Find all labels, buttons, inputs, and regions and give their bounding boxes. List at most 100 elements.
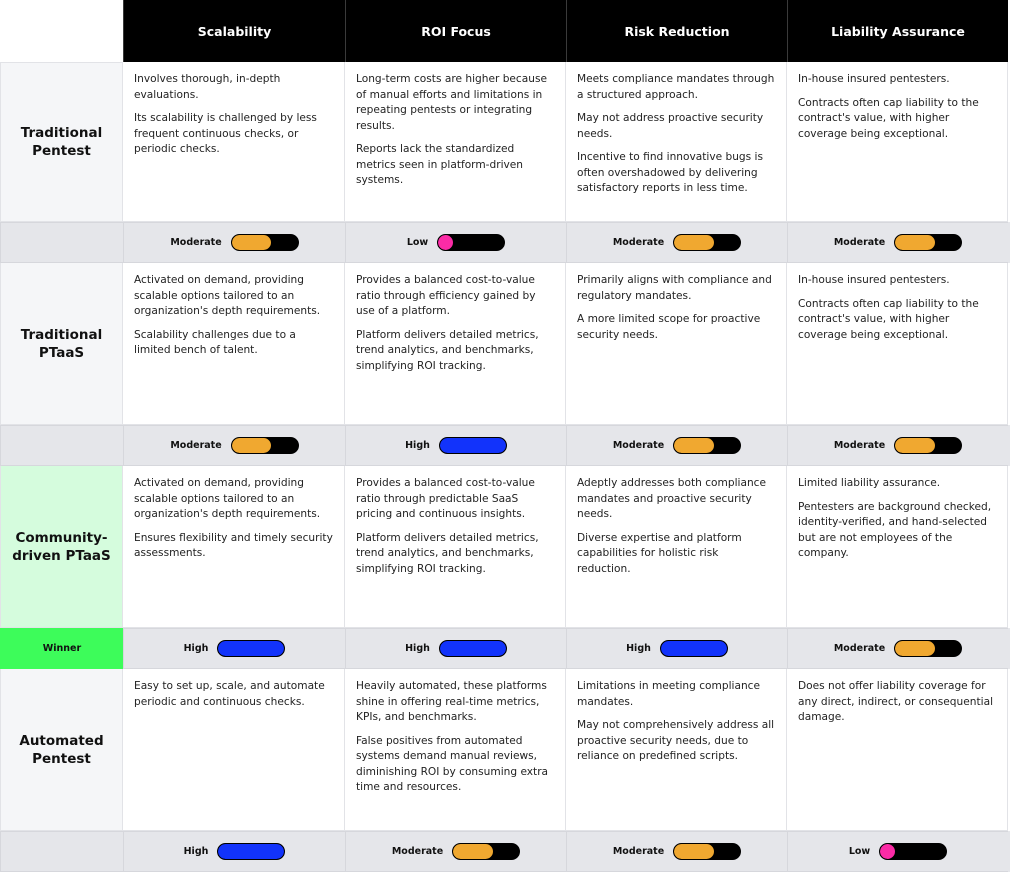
- cell-paragraph: Meets compliance mandates through a stru…: [577, 73, 775, 101]
- column-header-scalability: Scalability: [123, 0, 345, 62]
- cell-paragraph: Heavily automated, these platforms shine…: [356, 680, 547, 723]
- rating-traditional-pentest-risk-reduction: Moderate: [566, 222, 787, 263]
- cell-paragraph: Contracts often cap liability to the con…: [798, 297, 979, 341]
- cell-traditional-ptaas-liability-assurance: In-house insured pentesters. Contracts of…: [787, 263, 1008, 425]
- row-label-traditional-pentest: Traditional Pentest: [0, 62, 123, 222]
- rating-row-label: [0, 425, 123, 466]
- cell-paragraph: False positives from automated systems d…: [356, 734, 549, 794]
- rating-meter: [879, 843, 948, 860]
- cell-paragraph: Adeptly addresses both compliance mandat…: [577, 477, 767, 520]
- rating-meter-fill: [674, 235, 714, 250]
- rating-level-label: High: [405, 440, 430, 451]
- rating-meter: [673, 234, 742, 251]
- cell-paragraph: Ensures flexibility and timely security …: [134, 531, 333, 560]
- rating-meter-fill: [895, 235, 935, 250]
- cell-community-driven-ptaas-scalability: Activated on demand, providing scalable …: [123, 466, 345, 628]
- rating-level-label: Moderate: [170, 440, 222, 451]
- rating-meter-fill: [674, 438, 714, 453]
- cell-paragraph: Provides a balanced cost-to-value ratio …: [356, 274, 536, 317]
- rating-automated-pentest-risk-reduction: Moderate: [566, 831, 787, 872]
- rating-meter-fill: [438, 235, 454, 250]
- rating-traditional-ptaas-risk-reduction: Moderate: [566, 425, 787, 466]
- cell-paragraph: May not comprehensively address all proa…: [577, 719, 775, 762]
- rating-traditional-ptaas-liability-assurance: Moderate: [787, 425, 1008, 466]
- rating-meter: [673, 437, 742, 454]
- cell-paragraph: Platform delivers detailed metrics, tren…: [356, 531, 539, 575]
- cell-traditional-pentest-roi-focus: Long-term costs are higher because of ma…: [345, 62, 566, 222]
- cell-paragraph: Diverse expertise and platform capabilit…: [577, 531, 742, 575]
- rating-meter: [673, 843, 742, 860]
- cell-paragraph: A more limited scope for proactive secur…: [577, 313, 761, 341]
- rating-level-label: Moderate: [612, 846, 665, 857]
- cell-community-driven-ptaas-roi-focus: Provides a balanced cost-to-value ratio …: [345, 466, 566, 628]
- rating-level-label: High: [405, 643, 430, 654]
- header-corner: [0, 0, 123, 62]
- row-label-community-driven-ptaas: Community-driven PTaaS: [0, 466, 123, 628]
- rating-level-label: High: [183, 846, 209, 857]
- cell-automated-pentest-risk-reduction: Limitations in meeting compliance mandat…: [566, 669, 787, 831]
- rating-meter: [894, 234, 963, 251]
- column-header-liability-assurance: Liability Assurance: [787, 0, 1008, 62]
- cell-paragraph: Limitations in meeting compliance mandat…: [577, 680, 761, 708]
- rating-meter: [437, 234, 506, 251]
- rating-level-label: Low: [848, 846, 871, 857]
- cell-paragraph: Incentive to find innovative bugs is oft…: [577, 151, 764, 194]
- rating-meter-fill: [895, 641, 935, 656]
- rating-meter-fill: [231, 235, 272, 250]
- cell-paragraph: Activated on demand, providing scalable …: [134, 477, 321, 520]
- winner-badge: Winner: [0, 628, 123, 669]
- cell-paragraph: Limited liability assurance.: [798, 477, 941, 489]
- cell-paragraph: In-house insured pentesters.: [798, 274, 950, 286]
- rating-meter: [438, 437, 507, 454]
- rating-meter: [452, 843, 521, 860]
- rating-community-driven-ptaas-risk-reduction: High: [566, 628, 787, 669]
- rating-meter: [230, 234, 299, 251]
- row-label-traditional-ptaas: Traditional PTaaS: [0, 263, 123, 425]
- rating-level-label: Moderate: [612, 440, 665, 451]
- rating-automated-pentest-scalability: High: [123, 831, 345, 872]
- rating-level-label: Moderate: [833, 643, 886, 654]
- rating-community-driven-ptaas-roi-focus: High: [345, 628, 566, 669]
- rating-level-label: Moderate: [833, 440, 886, 451]
- rating-level-label: Moderate: [833, 237, 886, 248]
- cell-traditional-pentest-scalability: Involves thorough, in-depth evaluations.…: [123, 62, 345, 222]
- column-header-risk-reduction: Risk Reduction: [566, 0, 787, 62]
- rating-traditional-pentest-scalability: Moderate: [123, 222, 345, 263]
- rating-level-label: Moderate: [612, 237, 665, 248]
- cell-paragraph: May not address proactive security needs…: [577, 112, 764, 140]
- rating-meter: [217, 640, 286, 657]
- rating-traditional-ptaas-scalability: Moderate: [123, 425, 345, 466]
- rating-automated-pentest-liability-assurance: Low: [787, 831, 1008, 872]
- rating-meter-fill: [439, 641, 506, 656]
- rating-traditional-ptaas-roi-focus: High: [345, 425, 566, 466]
- rating-meter: [217, 843, 286, 860]
- comparison-table: Scalability ROI Focus Risk Reduction Lia…: [0, 0, 1010, 872]
- rating-level-label: High: [183, 643, 209, 654]
- cell-paragraph: Involves thorough, in-depth evaluations.: [134, 73, 281, 101]
- rating-meter: [894, 437, 963, 454]
- rating-meter-fill: [453, 844, 493, 859]
- cell-paragraph: Primarily aligns with compliance and reg…: [577, 274, 772, 302]
- rating-level-label: Low: [406, 237, 429, 248]
- rating-meter-fill: [218, 641, 285, 656]
- cell-traditional-ptaas-scalability: Activated on demand, providing scalable …: [123, 263, 345, 425]
- rating-traditional-pentest-roi-focus: Low: [345, 222, 566, 263]
- rating-traditional-pentest-liability-assurance: Moderate: [787, 222, 1008, 263]
- cell-paragraph: Its scalability is challenged by less fr…: [134, 112, 317, 155]
- rating-meter: [659, 640, 728, 657]
- cell-community-driven-ptaas-liability-assurance: Limited liability assurance. Pentesters a…: [787, 466, 1008, 628]
- column-header-roi-focus: ROI Focus: [345, 0, 566, 62]
- rating-level-label: Moderate: [391, 846, 444, 857]
- cell-paragraph: Easy to set up, scale, and automate peri…: [134, 680, 325, 708]
- rating-community-driven-ptaas-liability-assurance: Moderate: [787, 628, 1008, 669]
- rating-meter-fill: [895, 438, 935, 453]
- rating-meter-fill: [660, 641, 727, 656]
- cell-paragraph: Platform delivers detailed metrics, tren…: [356, 328, 539, 372]
- cell-automated-pentest-scalability: Easy to set up, scale, and automate peri…: [123, 669, 345, 831]
- cell-automated-pentest-roi-focus: Heavily automated, these platforms shine…: [345, 669, 566, 831]
- rating-meter-fill: [439, 438, 506, 453]
- cell-traditional-ptaas-risk-reduction: Primarily aligns with compliance and reg…: [566, 263, 787, 425]
- cell-community-driven-ptaas-risk-reduction: Adeptly addresses both compliance mandat…: [566, 466, 787, 628]
- cell-paragraph: In-house insured pentesters.: [798, 73, 950, 85]
- cell-traditional-ptaas-roi-focus: Provides a balanced cost-to-value ratio …: [345, 263, 566, 425]
